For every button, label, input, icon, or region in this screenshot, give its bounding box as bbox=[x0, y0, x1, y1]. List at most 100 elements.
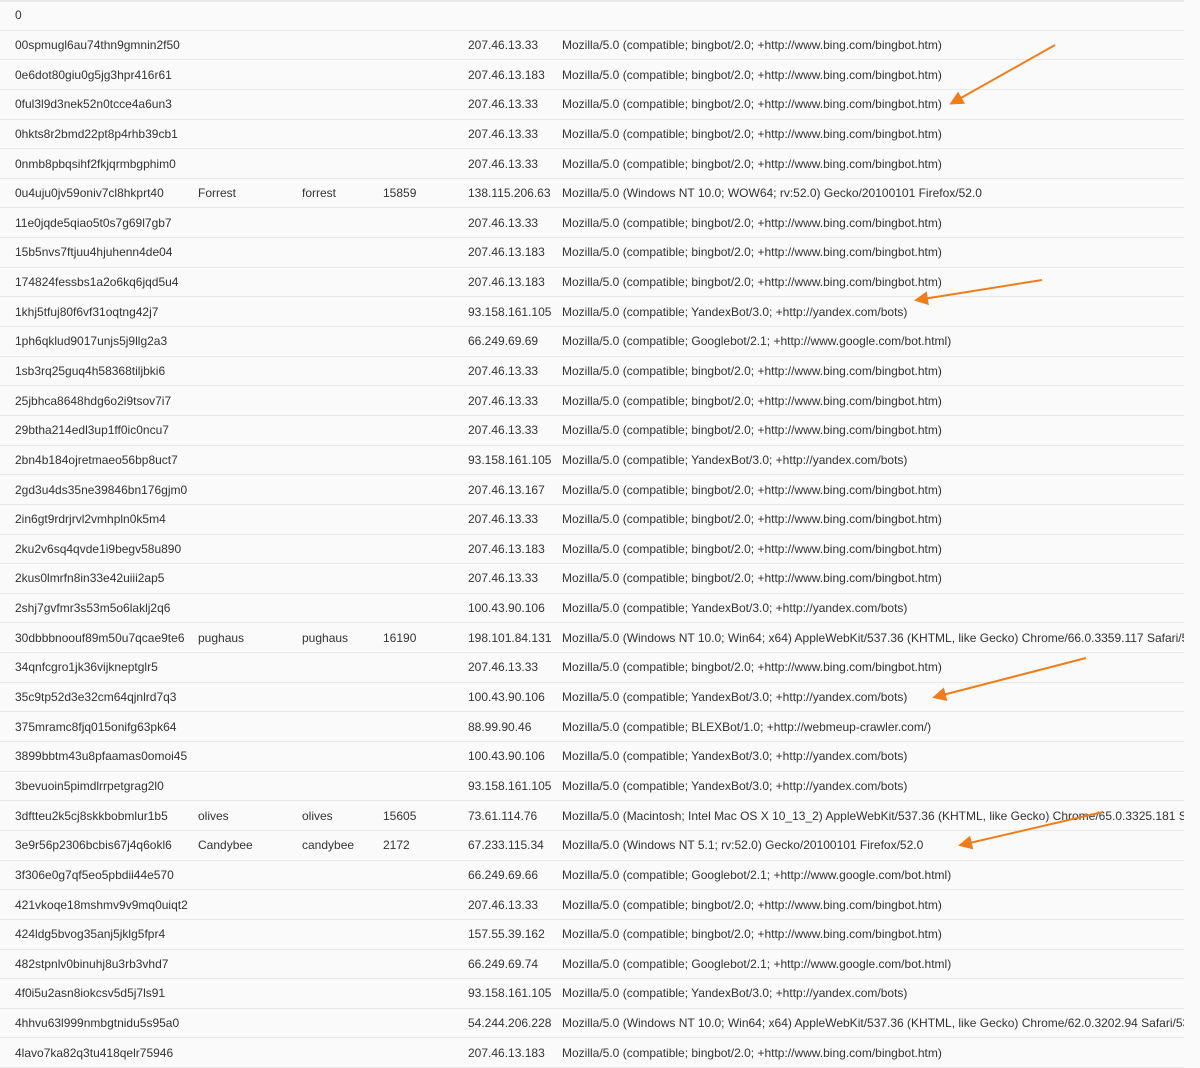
display-name-cell: Candybee bbox=[198, 830, 302, 861]
display-name-cell: Forrest bbox=[198, 178, 302, 209]
user-id-cell bbox=[383, 978, 468, 1009]
login-name-cell bbox=[302, 385, 383, 416]
user-id-cell bbox=[383, 1037, 468, 1068]
login-name-cell bbox=[302, 267, 383, 298]
session-id-cell: 2shj7gvfmr3s53m5o6laklj2q6 bbox=[0, 593, 198, 624]
user-id-cell bbox=[383, 919, 468, 950]
ip-address-cell: 157.55.39.162 bbox=[468, 919, 562, 950]
table-row: 2bn4b184ojretmaeo56bp8uct7 93.158.161.105… bbox=[0, 445, 1184, 476]
session-id-cell: 4f0i5u2asn8iokcsv5d5j7ls91 bbox=[0, 978, 198, 1009]
table-row: 421vkoqe18mshmv9v9mq0uiqt2 207.46.13.33 Mo… bbox=[0, 889, 1184, 920]
user-agent-cell: Mozilla/5.0 (compatible; YandexBot/3.0; … bbox=[562, 771, 1184, 802]
table-row: 0 bbox=[0, 1, 1184, 31]
table-row: 35c9tp52d3e32cm64qjnlrd7q3 100.43.90.106 M… bbox=[0, 682, 1184, 713]
table-row: 0nmb8pbqsihf2fkjqrmbgphim0 207.46.13.33 Mo… bbox=[0, 148, 1184, 179]
session-id-cell: 2in6gt9rdrjrvl2vmhpln0k5m4 bbox=[0, 504, 198, 535]
ip-address-cell: 207.46.13.183 bbox=[468, 237, 562, 268]
table-row: 375mramc8fjq015onifg63pk64 88.99.90.46 Moz… bbox=[0, 711, 1184, 743]
session-id-cell: 15b5nvs7ftjuu4hjuhenn4de04 bbox=[0, 237, 198, 268]
ip-address-cell: 207.46.13.183 bbox=[468, 59, 562, 90]
display-name-cell bbox=[198, 919, 302, 950]
user-agent-cell: Mozilla/5.0 (compatible; YandexBot/3.0; … bbox=[562, 296, 1184, 328]
session-id-cell: 1sb3rq25guq4h58368tiljbki6 bbox=[0, 356, 198, 387]
table-row: 3e9r56p2306bcbis67j4q6okl6 Candybee candyb… bbox=[0, 830, 1184, 861]
ip-address-cell: 207.46.13.33 bbox=[468, 89, 562, 120]
table-row: 3bevuoin5pimdlrrpetgrag2l0 93.158.161.105… bbox=[0, 771, 1184, 802]
user-id-cell bbox=[383, 860, 468, 891]
display-name-cell bbox=[198, 1037, 302, 1068]
ip-address-cell: 207.46.13.183 bbox=[468, 267, 562, 298]
session-id-cell: 0nmb8pbqsihf2fkjqrmbgphim0 bbox=[0, 148, 198, 179]
table-row: 00spmugl6au74thn9gmnin2f50 207.46.13.33 Mo… bbox=[0, 30, 1184, 61]
login-name-cell: pughaus bbox=[302, 622, 383, 654]
display-name-cell bbox=[198, 534, 302, 565]
user-agent-cell: Mozilla/5.0 (Macintosh; Intel Mac OS X 1… bbox=[562, 800, 1184, 831]
ip-address-cell: 73.61.114.76 bbox=[468, 800, 562, 831]
ip-address-cell: 207.46.13.33 bbox=[468, 207, 562, 239]
login-name-cell bbox=[302, 474, 383, 505]
ip-address-cell: 207.46.13.183 bbox=[468, 534, 562, 565]
sessions-table-body: 0 00spmugl6au74thn9gmnin2f50 207.46.13.33 M… bbox=[0, 1, 1184, 1068]
user-agent-cell: Mozilla/5.0 (compatible; bingbot/2.0; +h… bbox=[562, 889, 1184, 920]
login-name-cell bbox=[302, 949, 383, 980]
ip-address-cell: 93.158.161.105 bbox=[468, 445, 562, 476]
session-id-cell: 0e6dot80giu0g5jg3hpr416r61 bbox=[0, 59, 198, 90]
session-id-cell: 30dbbbnoouf89m50u7qcae9te6 bbox=[0, 622, 198, 654]
user-agent-cell: Mozilla/5.0 (Windows NT 10.0; Win64; x64… bbox=[562, 1008, 1184, 1039]
session-id-cell: 1ph6qklud9017unjs5j9llg2a3 bbox=[0, 326, 198, 357]
user-id-cell bbox=[383, 711, 468, 743]
ip-address-cell: 138.115.206.63 bbox=[468, 178, 562, 209]
login-name-cell: candybee bbox=[302, 830, 383, 861]
ip-address-cell bbox=[468, 1, 562, 31]
table-row: 2shj7gvfmr3s53m5o6laklj2q6 100.43.90.106 M… bbox=[0, 593, 1184, 624]
display-name-cell bbox=[198, 207, 302, 239]
user-agent-cell: Mozilla/5.0 (Windows NT 5.1; rv:52.0) Ge… bbox=[562, 830, 1184, 861]
login-name-cell bbox=[302, 356, 383, 387]
login-name-cell bbox=[302, 148, 383, 179]
user-agent-cell: Mozilla/5.0 (compatible; Googlebot/2.1; … bbox=[562, 860, 1184, 891]
login-name-cell: forrest bbox=[302, 178, 383, 209]
user-id-cell bbox=[383, 30, 468, 61]
user-id-cell bbox=[383, 415, 468, 446]
display-name-cell bbox=[198, 119, 302, 150]
table-row: 2kus0lmrfn8in33e42uiii2ap5 207.46.13.33 Mo… bbox=[0, 563, 1184, 594]
session-id-cell: 174824fessbs1a2o6kq6jqd5u4 bbox=[0, 267, 198, 298]
display-name-cell bbox=[198, 949, 302, 980]
ip-address-cell: 207.46.13.33 bbox=[468, 148, 562, 179]
user-id-cell bbox=[383, 741, 468, 772]
user-agent-cell: Mozilla/5.0 (compatible; bingbot/2.0; +h… bbox=[562, 89, 1184, 120]
user-id-cell bbox=[383, 534, 468, 565]
display-name-cell bbox=[198, 682, 302, 713]
ip-address-cell: 88.99.90.46 bbox=[468, 711, 562, 743]
login-name-cell bbox=[302, 59, 383, 90]
session-id-cell: 2ku2v6sq4qvde1i9begv58u890 bbox=[0, 534, 198, 565]
user-agent-cell: Mozilla/5.0 (compatible; bingbot/2.0; +h… bbox=[562, 356, 1184, 387]
login-name-cell bbox=[302, 1, 383, 31]
session-id-cell: 2bn4b184ojretmaeo56bp8uct7 bbox=[0, 445, 198, 476]
scroll-edge bbox=[1184, 0, 1200, 1033]
table-row: 0hkts8r2bmd22pt8p4rhb39cb1 207.46.13.33 Mo… bbox=[0, 119, 1184, 150]
user-id-cell: 15859 bbox=[383, 178, 468, 209]
ip-address-cell: 207.46.13.33 bbox=[468, 356, 562, 387]
table-row: 2gd3u4ds35ne39846bn176gjm0 207.46.13.167 M… bbox=[0, 474, 1184, 505]
user-id-cell bbox=[383, 296, 468, 328]
user-agent-cell bbox=[562, 1, 1184, 31]
table-row: 1sb3rq25guq4h58368tiljbki6 207.46.13.33 Mo… bbox=[0, 356, 1184, 387]
user-agent-cell: Mozilla/5.0 (compatible; bingbot/2.0; +h… bbox=[562, 919, 1184, 950]
user-agent-cell: Mozilla/5.0 (Windows NT 10.0; WOW64; rv:… bbox=[562, 178, 1184, 209]
login-name-cell bbox=[302, 207, 383, 239]
user-agent-cell: Mozilla/5.0 (compatible; bingbot/2.0; +h… bbox=[562, 504, 1184, 535]
ip-address-cell: 100.43.90.106 bbox=[468, 741, 562, 772]
ip-address-cell: 93.158.161.105 bbox=[468, 296, 562, 328]
table-row: 25jbhca8648hdg6o2i9tsov7i7 207.46.13.33 Mo… bbox=[0, 385, 1184, 416]
user-agent-cell: Mozilla/5.0 (compatible; Googlebot/2.1; … bbox=[562, 326, 1184, 357]
session-id-cell: 25jbhca8648hdg6o2i9tsov7i7 bbox=[0, 385, 198, 416]
user-agent-cell: Mozilla/5.0 (compatible; bingbot/2.0; +h… bbox=[562, 148, 1184, 179]
user-id-cell bbox=[383, 682, 468, 713]
display-name-cell bbox=[198, 385, 302, 416]
session-id-cell: 1khj5tfuj80f6vf31oqtng42j7 bbox=[0, 296, 198, 328]
user-agent-cell: Mozilla/5.0 (compatible; Googlebot/2.1; … bbox=[562, 949, 1184, 980]
ip-address-cell: 54.244.206.228 bbox=[468, 1008, 562, 1039]
user-id-cell bbox=[383, 949, 468, 980]
user-agent-cell: Mozilla/5.0 (compatible; bingbot/2.0; +h… bbox=[562, 385, 1184, 416]
